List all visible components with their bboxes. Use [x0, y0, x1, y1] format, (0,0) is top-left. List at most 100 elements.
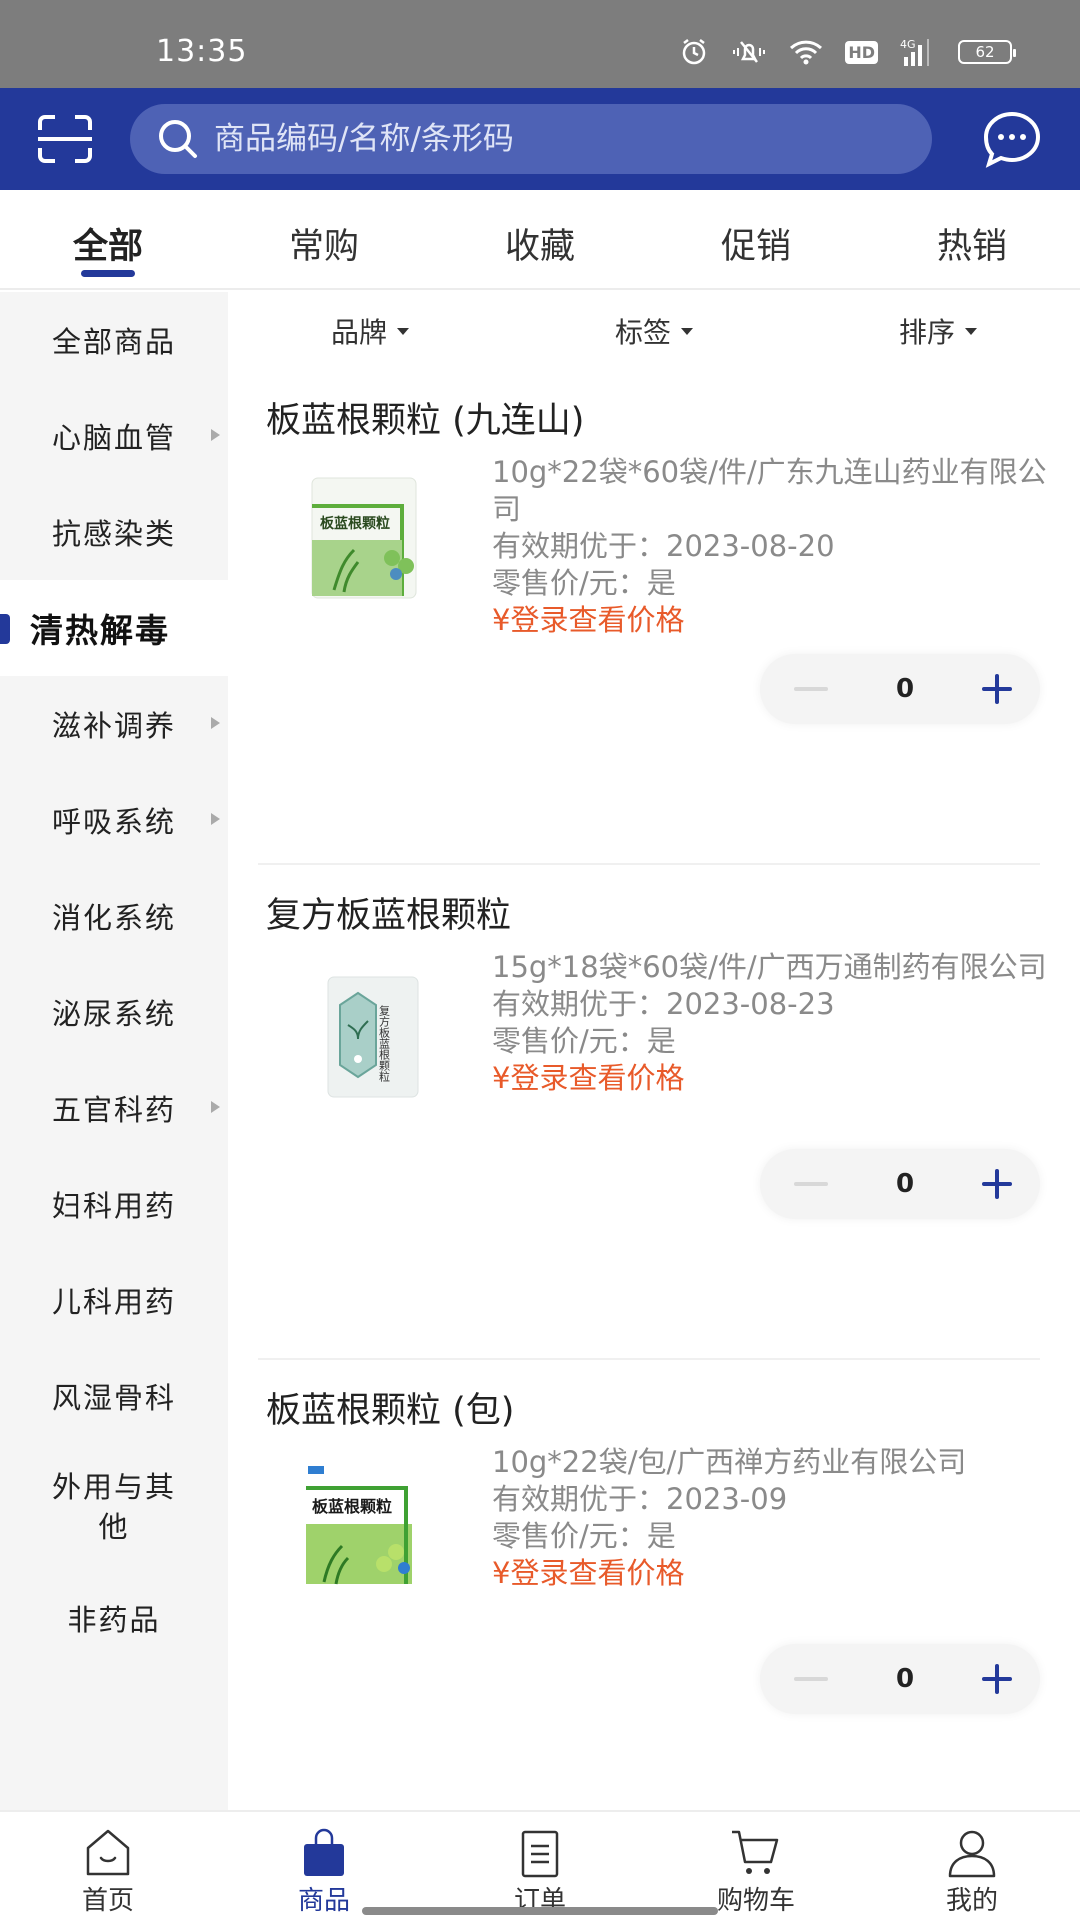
tab-all[interactable]: 全部	[0, 190, 216, 288]
message-button[interactable]	[982, 110, 1042, 168]
product-card[interactable]: 复方板蓝根颗粒 复方板蓝根颗粒 15g*18袋*60袋/件/广西万通制药有限公司…	[258, 865, 1047, 1360]
product-image[interactable]: 复方板蓝根颗粒	[284, 965, 424, 1105]
header	[0, 88, 1080, 190]
sidebar-item-respiratory[interactable]: 呼吸系统	[0, 772, 228, 868]
sidebar-item-ent[interactable]: 五官科药	[0, 1060, 228, 1156]
filter-tag[interactable]: 标签	[512, 292, 796, 370]
svg-text:4G: 4G	[900, 38, 916, 51]
expand-arrow-icon	[211, 813, 220, 825]
sidebar-item-gynecology[interactable]: 妇科用药	[0, 1156, 228, 1252]
filter-sort[interactable]: 排序	[796, 292, 1080, 370]
nav-cart[interactable]: 购物车	[648, 1812, 864, 1920]
product-package-image: 板蓝根颗粒	[311, 477, 417, 599]
quantity-stepper: 0	[760, 1149, 1040, 1219]
bottom-nav: 首页 商品 订单 购物车 我的	[0, 1810, 1080, 1920]
decrease-button[interactable]	[794, 687, 828, 691]
active-indicator	[0, 614, 10, 644]
cart-icon	[732, 1830, 779, 1874]
product-info: 15g*18袋*60袋/件/广西万通制药有限公司 有效期优于：2023-08-2…	[492, 949, 1052, 1097]
increase-button[interactable]	[982, 1169, 1012, 1199]
tab-favorites[interactable]: 收藏	[432, 190, 648, 288]
caret-down-icon	[965, 327, 977, 335]
product-title: 板蓝根颗粒 (九连山)	[266, 401, 585, 441]
battery-icon: 62	[958, 38, 1016, 66]
product-info: 10g*22袋*60袋/件/广东九连山药业有限公司 有效期优于：2023-08-…	[492, 454, 1052, 639]
sidebar-item-urinary[interactable]: 泌尿系统	[0, 964, 228, 1060]
increase-button[interactable]	[982, 1664, 1012, 1694]
caret-down-icon	[681, 327, 693, 335]
filter-brand[interactable]: 品牌	[228, 292, 512, 370]
product-retail: 零售价/元：是	[492, 1519, 676, 1553]
product-price-login[interactable]: ¥登录查看价格	[492, 1555, 1052, 1592]
product-price-login[interactable]: ¥登录查看价格	[492, 1060, 1052, 1097]
increase-button[interactable]	[982, 674, 1012, 704]
product-spec: 10g*22袋*60袋/件/广东九连山药业有限公司	[492, 455, 1047, 526]
nav-profile[interactable]: 我的	[864, 1812, 1080, 1920]
sidebar-item-pediatrics[interactable]: 儿科用药	[0, 1252, 228, 1348]
sidebar-item-tonic[interactable]: 滋补调养	[0, 676, 228, 772]
product-expiry: 有效期优于：2023-08-23	[492, 987, 835, 1021]
status-bar: 13:35 HD 4G 62	[0, 0, 1080, 88]
scan-icon	[38, 115, 92, 163]
nav-products[interactable]: 商品	[216, 1812, 432, 1920]
product-info: 10g*22袋/包/广西禅方药业有限公司 有效期优于：2023-09 零售价/元…	[492, 1444, 1052, 1592]
product-image[interactable]: 板蓝根颗粒	[284, 470, 424, 610]
product-card[interactable]: 板蓝根颗粒 (包) 板蓝根颗粒 10g*22袋/包/广西禅方药业有限公司 有效期…	[258, 1360, 1040, 1855]
tab-frequent[interactable]: 常购	[216, 190, 432, 288]
product-package-image: 复方板蓝根颗粒	[327, 976, 419, 1098]
quantity-value: 0	[895, 674, 915, 704]
sidebar-item-non-drug[interactable]: 非药品	[0, 1570, 228, 1666]
alarm-icon	[679, 38, 709, 66]
product-package-image: 板蓝根颗粒	[306, 1466, 412, 1585]
signal-4g-icon: 4G	[900, 38, 936, 66]
product-title: 板蓝根颗粒 (包)	[266, 1391, 515, 1431]
sidebar-item-anti-infection[interactable]: 抗感染类	[0, 484, 228, 580]
product-list: 板蓝根颗粒 (九连山) 板蓝根颗粒 10g*22袋*60袋/件/广东九连山药业有…	[228, 370, 1080, 1855]
home-icon	[86, 1829, 130, 1876]
product-retail: 零售价/元：是	[492, 566, 676, 600]
product-title: 复方板蓝根颗粒	[266, 896, 512, 936]
svg-text:复方板蓝根颗粒: 复方板蓝根颗粒	[378, 1004, 391, 1083]
product-expiry: 有效期优于：2023-08-20	[492, 529, 835, 563]
search-bar[interactable]	[130, 104, 932, 174]
hd-icon: HD	[845, 38, 878, 66]
quantity-stepper: 0	[760, 1644, 1040, 1714]
sidebar-item-all-products[interactable]: 全部商品	[0, 292, 228, 388]
scan-button[interactable]	[36, 114, 94, 164]
expand-arrow-icon	[211, 1101, 220, 1113]
nav-home[interactable]: 首页	[0, 1812, 216, 1920]
sidebar-item-heat-detox[interactable]: 清热解毒	[0, 580, 228, 676]
product-price-login[interactable]: ¥登录查看价格	[492, 602, 1052, 639]
quantity-value: 0	[895, 1169, 915, 1199]
wifi-icon	[789, 38, 823, 66]
tab-promotion[interactable]: 促销	[648, 190, 864, 288]
tab-hot-sale[interactable]: 热销	[864, 190, 1080, 288]
mute-icon	[731, 38, 767, 66]
user-icon	[948, 1830, 996, 1878]
product-spec: 10g*22袋/包/广西禅方药业有限公司	[492, 1445, 967, 1479]
sidebar-item-cardio[interactable]: 心脑血管	[0, 388, 228, 484]
chat-bubble-icon	[983, 111, 1041, 168]
product-image[interactable]: 板蓝根颗粒	[284, 1460, 424, 1600]
shopping-bag-icon	[304, 1828, 344, 1876]
status-icons: HD 4G 62	[679, 38, 1016, 66]
sidebar-item-external-other[interactable]: 外用与其他	[0, 1444, 228, 1570]
svg-text:板蓝根颗粒: 板蓝根颗粒	[312, 1497, 392, 1516]
nav-orders[interactable]: 订单	[432, 1812, 648, 1920]
search-input[interactable]	[214, 121, 894, 157]
sidebar-item-digestive[interactable]: 消化系统	[0, 868, 228, 964]
order-list-icon	[521, 1830, 559, 1878]
product-expiry: 有效期优于：2023-09	[492, 1482, 788, 1516]
quantity-value: 0	[895, 1664, 915, 1694]
home-indicator[interactable]	[362, 1907, 718, 1915]
expand-arrow-icon	[211, 429, 220, 441]
search-icon	[159, 120, 197, 158]
filter-bar: 品牌 标签 排序	[228, 292, 1080, 370]
quantity-stepper: 0	[760, 654, 1040, 724]
category-tabs: 全部 常购 收藏 促销 热销	[0, 190, 1080, 290]
decrease-button[interactable]	[794, 1677, 828, 1681]
product-card[interactable]: 板蓝根颗粒 (九连山) 板蓝根颗粒 10g*22袋*60袋/件/广东九连山药业有…	[258, 370, 1047, 865]
status-time: 13:35	[156, 34, 248, 69]
sidebar-item-rheumatism[interactable]: 风湿骨科	[0, 1348, 228, 1444]
decrease-button[interactable]	[794, 1182, 828, 1186]
